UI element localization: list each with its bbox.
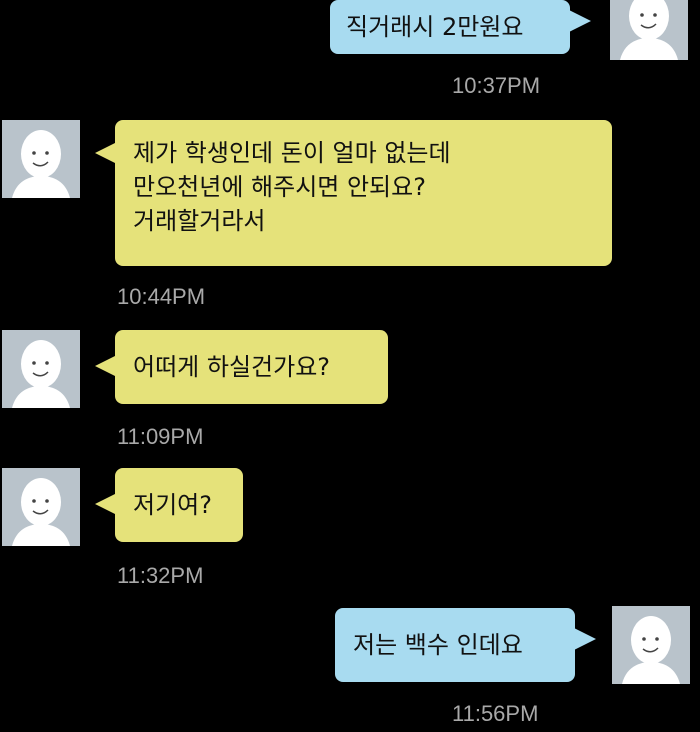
message-bubble-sent: 저는 백수 인데요 (335, 608, 575, 682)
default-profile-icon (12, 130, 70, 198)
message-bubble-received: 어떠게 하실건가요? (115, 330, 388, 404)
default-profile-icon (12, 340, 70, 408)
bubble-tail (95, 355, 117, 377)
message-bubble-received: 제가 학생인데 돈이 얼마 없는데 만오천년에 해주시면 안되요? 거래할거라서 (115, 120, 612, 266)
message-bubble-sent: 직거래시 2만원요 (330, 0, 570, 54)
message-timestamp: 11:56PM (452, 701, 539, 726)
message-timestamp: 11:09PM (117, 424, 204, 449)
message-timestamp: 10:37PM (452, 73, 541, 98)
avatar (2, 330, 80, 408)
avatar (2, 120, 80, 198)
default-profile-icon (12, 478, 70, 546)
bubble-tail (95, 142, 117, 164)
default-profile-icon (620, 0, 678, 60)
avatar (612, 606, 690, 684)
bubble-tail (569, 10, 591, 32)
avatar (2, 468, 80, 546)
message-bubble-received: 저기여? (115, 468, 243, 542)
bubble-tail (574, 628, 596, 650)
default-profile-icon (622, 616, 680, 684)
avatar (610, 0, 688, 60)
message-timestamp: 10:44PM (117, 284, 206, 309)
bubble-tail (95, 493, 117, 515)
message-timestamp: 11:32PM (117, 563, 204, 588)
